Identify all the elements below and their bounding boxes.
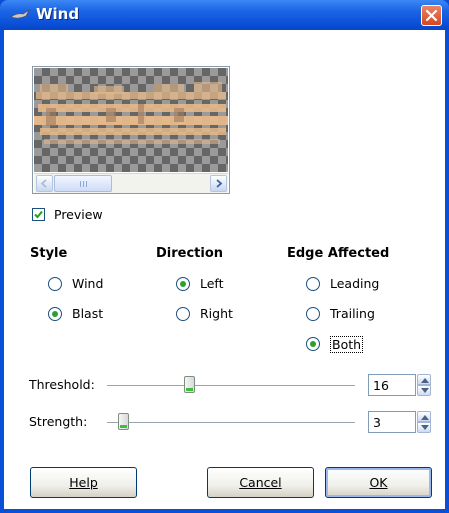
- preview-photo-graphic: [34, 82, 228, 144]
- threshold-decrement-button[interactable]: [417, 385, 431, 396]
- grip-icon: [80, 181, 88, 187]
- radio-button[interactable]: [306, 307, 320, 321]
- strength-spin-buttons[interactable]: [417, 411, 431, 433]
- wind-app-icon: [10, 8, 30, 19]
- arrow-down-icon: [421, 388, 429, 393]
- edge-affected-header: Edge Affected: [287, 246, 390, 261]
- arrow-up-icon: [421, 415, 429, 420]
- threshold-spin-buttons[interactable]: [417, 374, 431, 396]
- preview-checkbox[interactable]: [32, 208, 45, 221]
- strength-increment-button[interactable]: [417, 411, 431, 422]
- threshold-spin-input[interactable]: 16: [368, 374, 416, 396]
- radio-button[interactable]: [306, 277, 320, 291]
- threshold-slider-thumb[interactable]: [184, 376, 195, 393]
- strength-label: Strength:: [29, 414, 88, 429]
- style-header: Style: [30, 246, 68, 261]
- close-button[interactable]: [421, 5, 442, 26]
- help-button-label: Help: [69, 475, 98, 490]
- radio-label-both: Both: [330, 336, 364, 353]
- help-button[interactable]: Help: [30, 467, 137, 498]
- ok-button-label: OK: [369, 475, 388, 490]
- scroll-thumb[interactable]: [54, 175, 112, 192]
- strength-spin-input[interactable]: 3: [368, 411, 416, 433]
- radio-label-right: Right: [200, 306, 233, 321]
- threshold-label: Threshold:: [29, 377, 95, 392]
- strength-slider-thumb[interactable]: [118, 413, 129, 430]
- window-title: Wind: [36, 5, 80, 23]
- cancel-button-label: Cancel: [239, 475, 282, 490]
- preview-area: [32, 66, 230, 194]
- title-bar[interactable]: Wind: [0, 0, 449, 30]
- radio-label-wind: Wind: [72, 276, 104, 291]
- strength-slider-track[interactable]: [107, 422, 355, 423]
- cancel-button[interactable]: Cancel: [207, 467, 314, 498]
- arrow-up-icon: [421, 378, 429, 383]
- threshold-slider-track[interactable]: [107, 385, 355, 386]
- preview-checkbox-label: Preview: [54, 207, 103, 222]
- radio-label-trailing: Trailing: [330, 306, 375, 321]
- radio-button[interactable]: [306, 337, 320, 351]
- radio-button[interactable]: [48, 307, 62, 321]
- ok-button[interactable]: OK: [325, 467, 432, 498]
- scroll-right-button[interactable]: [210, 175, 227, 192]
- radio-button[interactable]: [176, 277, 190, 291]
- threshold-increment-button[interactable]: [417, 374, 431, 385]
- arrow-down-icon: [421, 425, 429, 430]
- radio-label-left: Left: [200, 276, 224, 291]
- preview-image: [34, 68, 228, 172]
- radio-button[interactable]: [176, 307, 190, 321]
- close-icon: [425, 9, 438, 22]
- radio-button[interactable]: [48, 277, 62, 291]
- radio-label-leading: Leading: [330, 276, 380, 291]
- strength-decrement-button[interactable]: [417, 422, 431, 433]
- scroll-left-button[interactable]: [36, 175, 53, 192]
- chevron-left-icon: [40, 179, 47, 188]
- preview-horizontal-scrollbar[interactable]: [34, 173, 228, 193]
- checkmark-icon: [34, 210, 43, 219]
- direction-header: Direction: [156, 246, 224, 261]
- chevron-right-icon: [216, 179, 223, 188]
- radio-label-blast: Blast: [72, 306, 104, 321]
